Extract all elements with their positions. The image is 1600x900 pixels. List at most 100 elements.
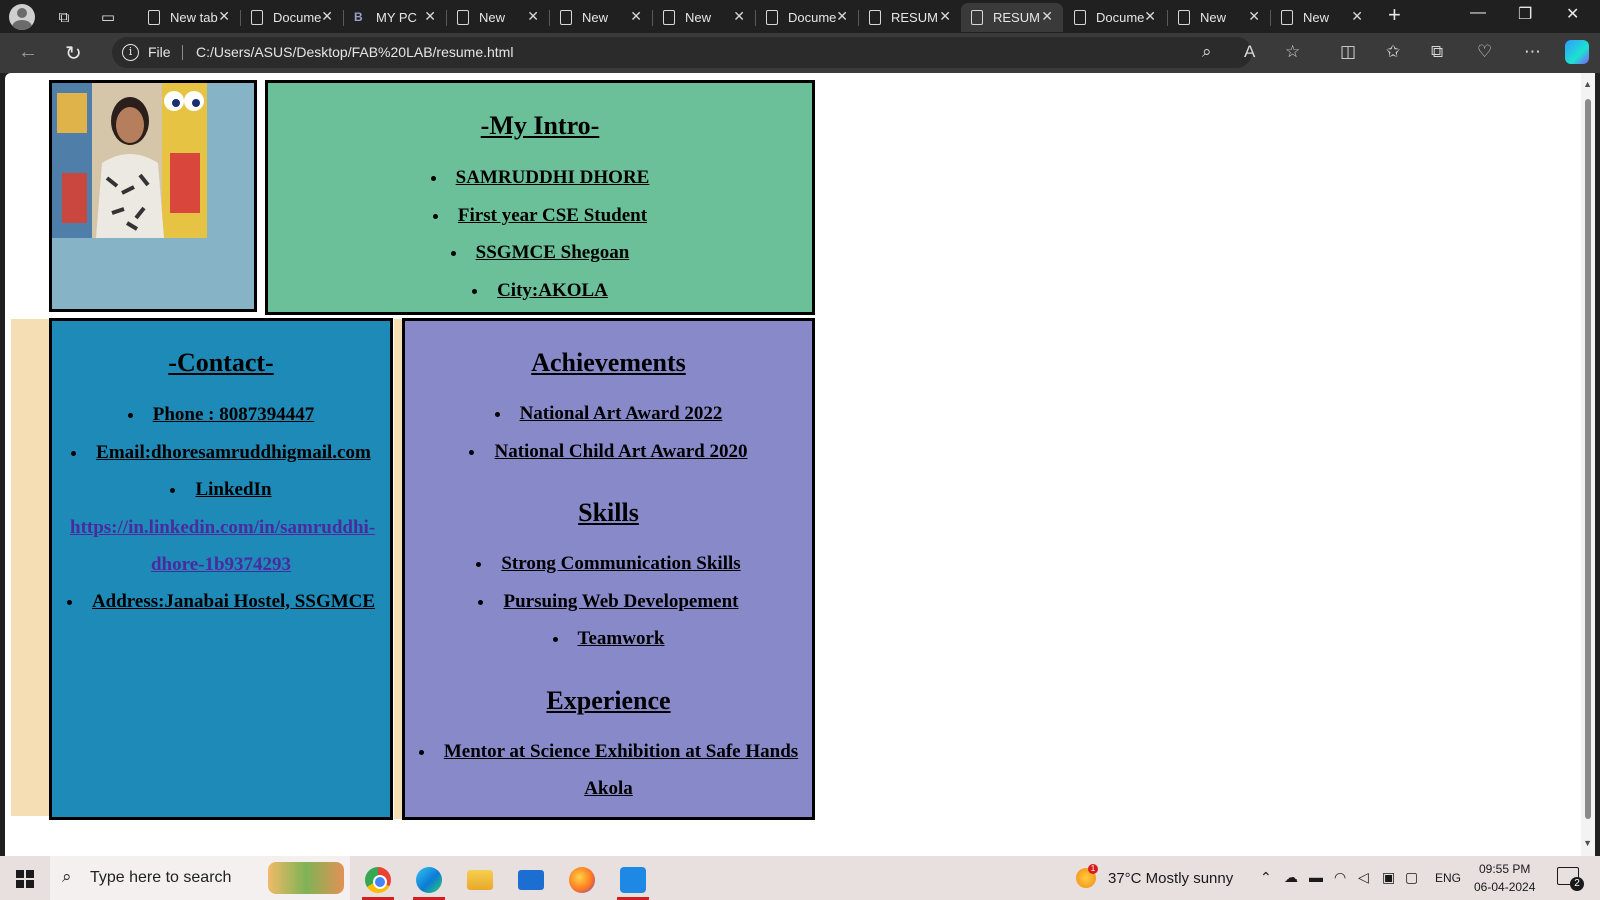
search-placeholder: Type here to search xyxy=(90,869,232,886)
firefox-app[interactable] xyxy=(560,860,604,900)
close-icon[interactable]: ✕ xyxy=(1041,8,1053,25)
meet-now-icon[interactable]: ▣ xyxy=(1382,869,1395,886)
chrome-app[interactable] xyxy=(356,860,400,900)
read-aloud-icon[interactable]: A xyxy=(1244,42,1255,62)
favorite-star-icon[interactable]: ☆ xyxy=(1285,42,1300,62)
tab-resume[interactable]: RESUME✕ xyxy=(859,3,961,32)
close-icon[interactable]: ✕ xyxy=(1144,8,1156,25)
wifi-icon[interactable]: ◠ xyxy=(1334,869,1346,886)
page-viewport: -My Intro- SAMRUDDHI DHORE First year CS… xyxy=(5,73,1595,856)
intro-card: -My Intro- SAMRUDDHI DHORE First year CS… xyxy=(265,80,815,315)
window-close-icon[interactable]: ✕ xyxy=(1566,4,1579,24)
profile-icon[interactable] xyxy=(9,4,35,30)
intro-title: -My Intro- xyxy=(480,111,600,140)
close-icon[interactable]: ✕ xyxy=(939,8,951,25)
firefox-icon xyxy=(569,867,595,893)
tab-strip: ⧉ ▭ New tab✕ Document✕ BMY PC✕ New✕ New✕… xyxy=(0,0,1600,33)
scrollbar-thumb[interactable] xyxy=(1585,99,1591,819)
taskbar-search[interactable]: ⌕ Type here to search xyxy=(50,856,350,900)
list-item: First year CSE Student xyxy=(431,197,650,235)
collections-icon[interactable]: ⧉ xyxy=(1431,42,1443,62)
vertical-scrollbar[interactable]: ▲ ▼ xyxy=(1581,73,1595,856)
chrome-icon xyxy=(365,867,391,893)
tab-actions-icon[interactable]: ▭ xyxy=(95,4,121,30)
list-item: SAMRUDDHI DHORE xyxy=(431,159,650,197)
tab-my-pc[interactable]: B MY PC ✕ xyxy=(344,3,446,32)
language-indicator[interactable]: ENG xyxy=(1435,871,1461,885)
list-item: Mentor at Science Exhibition at Safe Han… xyxy=(419,733,798,808)
close-icon[interactable]: ✕ xyxy=(1248,8,1260,25)
notification-icon[interactable]: 2 xyxy=(1557,867,1584,891)
address-url[interactable]: C:/Users/ASUS/Desktop/FAB%20LAB/resume.h… xyxy=(196,44,513,60)
back-icon[interactable]: ← xyxy=(18,41,38,64)
more-options-icon[interactable]: ⋯ xyxy=(1524,42,1541,62)
mail-app[interactable] xyxy=(509,860,553,900)
contact-phone: Phone : 8087394447 xyxy=(71,396,371,434)
contact-title: -Contact- xyxy=(168,348,274,377)
document-icon xyxy=(663,10,675,25)
tab-new[interactable]: New ✕ xyxy=(1168,3,1270,32)
scroll-down-icon[interactable]: ▼ xyxy=(1583,838,1592,848)
photo-box xyxy=(49,80,257,312)
tab-document[interactable]: Document✕ xyxy=(241,3,343,32)
close-icon[interactable]: ✕ xyxy=(733,8,745,25)
refresh-icon[interactable]: ↻ xyxy=(65,41,82,66)
close-icon[interactable]: ✕ xyxy=(1351,8,1363,25)
scroll-up-icon[interactable]: ▲ xyxy=(1583,79,1592,89)
new-tab-plus-icon[interactable]: + xyxy=(1388,2,1401,28)
close-icon[interactable]: ✕ xyxy=(218,8,230,25)
list-item: Teamwork xyxy=(476,620,740,658)
zoom-out-icon[interactable]: ⌕ xyxy=(1202,42,1212,62)
contact-linkedin-label: LinkedIn xyxy=(71,471,371,509)
skills-title: Skills xyxy=(578,498,639,527)
minimize-icon[interactable]: — xyxy=(1470,4,1486,22)
tab-new[interactable]: New ✕ xyxy=(653,3,755,32)
file-explorer-icon xyxy=(467,870,493,890)
close-icon[interactable]: ✕ xyxy=(836,8,848,25)
tab-document[interactable]: Document✕ xyxy=(756,3,858,32)
list-item: National Art Award 2022 xyxy=(469,395,747,433)
chevron-up-icon[interactable]: ⌃ xyxy=(1260,869,1272,886)
file-explorer-app[interactable] xyxy=(458,860,502,900)
edge-app[interactable] xyxy=(407,860,451,900)
close-icon[interactable]: ✕ xyxy=(630,8,642,25)
split-screen-icon[interactable]: ◫ xyxy=(1340,42,1356,62)
tab-document[interactable]: Document✕ xyxy=(1064,3,1166,32)
cloud-icon[interactable]: ☁ xyxy=(1284,869,1298,886)
linkedin-link[interactable]: https://in.linkedin.com/in/samruddhi-dho… xyxy=(52,509,390,583)
tab-resume-active[interactable]: RESUME✕ xyxy=(961,3,1063,32)
tab-new[interactable]: New ✕ xyxy=(447,3,549,32)
tab-new[interactable]: New ✕ xyxy=(550,3,652,32)
document-icon xyxy=(1178,10,1190,25)
tab-new[interactable]: New ✕ xyxy=(1271,3,1373,32)
experience-title: Experience xyxy=(546,685,671,715)
document-icon xyxy=(869,10,881,25)
display-icon[interactable]: ▢ xyxy=(1405,869,1418,886)
address-bar[interactable]: i File C:/Users/ASUS/Desktop/FAB%20LAB/r… xyxy=(112,37,1252,68)
restore-icon[interactable]: ❐ xyxy=(1518,4,1532,24)
bing-icon: B xyxy=(354,10,363,24)
list-item: National Child Art Award 2020 xyxy=(469,433,747,471)
intro-list: SAMRUDDHI DHORE First year CSE Student S… xyxy=(431,159,650,309)
close-icon[interactable]: ✕ xyxy=(424,8,436,25)
copilot-icon[interactable] xyxy=(1565,40,1589,64)
windows-start-icon[interactable] xyxy=(16,870,34,888)
document-icon xyxy=(560,10,572,25)
speaker-muted-icon[interactable]: ◁ xyxy=(1358,869,1369,886)
notification-count: 2 xyxy=(1570,877,1584,891)
browser-essentials-icon[interactable]: ♡ xyxy=(1477,42,1492,62)
clock[interactable]: 09:55 PM 06-04-2024 xyxy=(1474,860,1535,896)
info-icon[interactable]: i xyxy=(122,44,139,61)
favorites-icon[interactable]: ✩ xyxy=(1386,42,1400,62)
weather-text[interactable]: 37°C Mostly sunny xyxy=(1108,870,1233,887)
tab-newtab[interactable]: New tab ✕ xyxy=(138,3,240,32)
workspaces-icon[interactable]: ⧉ xyxy=(51,4,77,30)
battery-icon[interactable]: ▬ xyxy=(1309,869,1323,885)
achievements-card: Achievements National Art Award 2022 Nat… xyxy=(402,318,815,820)
close-icon[interactable]: ✕ xyxy=(527,8,539,25)
vscode-app[interactable] xyxy=(611,860,655,900)
toolbar: ← ↻ i File C:/Users/ASUS/Desktop/FAB%20L… xyxy=(0,33,1600,73)
document-icon xyxy=(971,10,983,25)
weather-badge: 1 xyxy=(1088,864,1098,874)
close-icon[interactable]: ✕ xyxy=(321,8,333,25)
